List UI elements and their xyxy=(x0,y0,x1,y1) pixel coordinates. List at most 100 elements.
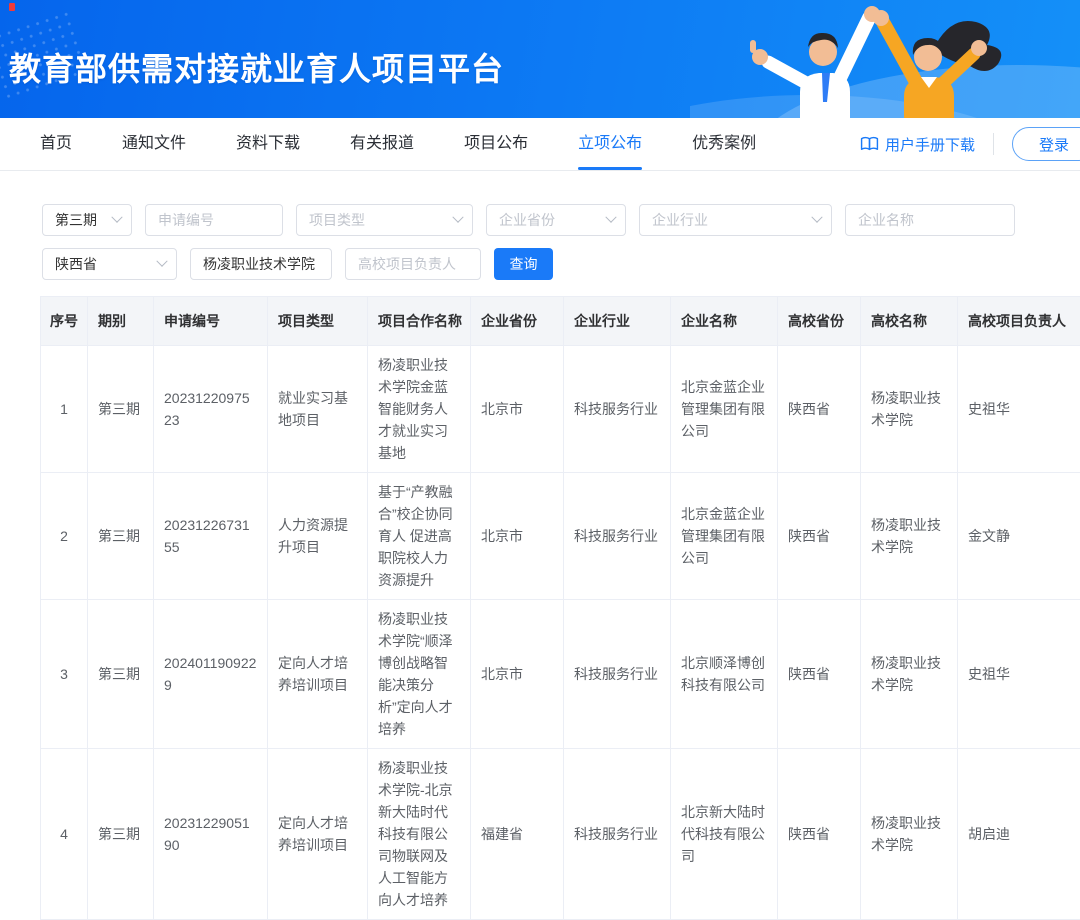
table-cell: 2024011909229 xyxy=(154,600,268,749)
highfive-illustration xyxy=(690,0,1080,118)
company-industry-select[interactable]: 企业行业 xyxy=(639,204,832,236)
nav-item-3[interactable]: 资料下载 xyxy=(236,118,300,170)
table-cell: 陕西省 xyxy=(778,346,861,473)
table-header-row: 序号期别申请编号项目类型项目合作名称企业省份企业行业企业名称高校省份高校名称高校… xyxy=(41,297,1080,346)
table-cell: 定向人才培养培训项目 xyxy=(268,749,368,920)
school-leader-input[interactable] xyxy=(345,248,481,280)
filter-row-2: 陕西省 查询 xyxy=(42,248,1080,280)
application-no-input[interactable] xyxy=(145,204,283,236)
column-header: 高校名称 xyxy=(861,297,958,346)
table-cell: 北京市 xyxy=(471,600,564,749)
chevron-down-icon xyxy=(811,212,822,223)
column-header: 序号 xyxy=(41,297,88,346)
table-cell: 基于“产教融合”校企协同育人 促进高职院校人力资源提升 xyxy=(368,473,471,600)
table-cell: 2023122097523 xyxy=(154,346,268,473)
filter-panel: 第三期 项目类型 企业省份 企业行业 陕西省 查询 xyxy=(0,171,1080,280)
project-type-placeholder: 项目类型 xyxy=(309,210,365,230)
period-select[interactable]: 第三期 xyxy=(42,204,132,236)
table-cell: 2023122673155 xyxy=(154,473,268,600)
filter-row-1: 第三期 项目类型 企业省份 企业行业 xyxy=(42,204,1080,236)
table-cell: 金文静 xyxy=(958,473,1080,600)
project-type-select[interactable]: 项目类型 xyxy=(296,204,473,236)
school-province-select[interactable]: 陕西省 xyxy=(42,248,177,280)
table-cell: 胡启迪 xyxy=(958,749,1080,920)
results-table: 序号期别申请编号项目类型项目合作名称企业省份企业行业企业名称高校省份高校名称高校… xyxy=(40,296,1080,920)
table-cell: 福建省 xyxy=(471,749,564,920)
company-industry-placeholder: 企业行业 xyxy=(652,210,708,230)
table-cell: 人力资源提升项目 xyxy=(268,473,368,600)
table-cell: 就业实习基地项目 xyxy=(268,346,368,473)
results-table-wrap: 序号期别申请编号项目类型项目合作名称企业省份企业行业企业名称高校省份高校名称高校… xyxy=(40,296,1080,920)
chevron-down-icon xyxy=(452,212,463,223)
period-select-value: 第三期 xyxy=(55,210,97,230)
table-cell: 北京金蓝企业管理集团有限公司 xyxy=(671,346,778,473)
manual-label: 用户手册下载 xyxy=(885,134,975,155)
nav-item-1[interactable]: 首页 xyxy=(40,118,72,170)
table-cell: 陕西省 xyxy=(778,473,861,600)
table-cell: 第三期 xyxy=(88,600,154,749)
column-header: 企业名称 xyxy=(671,297,778,346)
page-header: 教育部供需对接就业育人项目平台 xyxy=(0,0,1080,118)
table-cell: 1 xyxy=(41,346,88,473)
table-cell: 杨凌职业技术学院金蓝智能财务人才就业实习基地 xyxy=(368,346,471,473)
table-cell: 第三期 xyxy=(88,473,154,600)
table-cell: 定向人才培养培训项目 xyxy=(268,600,368,749)
table-cell: 4 xyxy=(41,749,88,920)
company-province-select[interactable]: 企业省份 xyxy=(486,204,626,236)
nav-item-4[interactable]: 有关报道 xyxy=(350,118,414,170)
nav-divider xyxy=(993,133,994,155)
column-header: 申请编号 xyxy=(154,297,268,346)
table-cell: 2 xyxy=(41,473,88,600)
main-nav: 首页通知文件资料下载有关报道项目公布立项公布优秀案例 用户手册下载 登录 xyxy=(0,118,1080,171)
column-header: 高校项目负责人 xyxy=(958,297,1080,346)
table-cell: 杨凌职业技术学院-北京新大陆时代科技有限公司物联网及人工智能方向人才培养 xyxy=(368,749,471,920)
table-cell: 科技服务行业 xyxy=(564,473,671,600)
table-cell: 第三期 xyxy=(88,749,154,920)
table-cell: 陕西省 xyxy=(778,600,861,749)
table-cell: 陕西省 xyxy=(778,749,861,920)
column-header: 项目类型 xyxy=(268,297,368,346)
table-cell: 科技服务行业 xyxy=(564,346,671,473)
table-row: 4第三期2023122905190定向人才培养培训项目杨凌职业技术学院-北京新大… xyxy=(41,749,1080,920)
school-name-input[interactable] xyxy=(190,248,332,280)
table-cell: 北京顺泽博创科技有限公司 xyxy=(671,600,778,749)
table-cell: 杨凌职业技术学院“顺泽博创战略智能决策分析”定向人才培养 xyxy=(368,600,471,749)
table-row: 3第三期2024011909229定向人才培养培训项目杨凌职业技术学院“顺泽博创… xyxy=(41,600,1080,749)
table-cell: 科技服务行业 xyxy=(564,600,671,749)
red-marker xyxy=(9,3,15,11)
login-button[interactable]: 登录 xyxy=(1012,127,1080,161)
page-title: 教育部供需对接就业育人项目平台 xyxy=(9,44,504,90)
table-body: 1第三期2023122097523就业实习基地项目杨凌职业技术学院金蓝智能财务人… xyxy=(41,346,1080,920)
company-name-input[interactable] xyxy=(845,204,1015,236)
table-cell: 史祖华 xyxy=(958,346,1080,473)
table-cell: 北京市 xyxy=(471,346,564,473)
user-manual-download[interactable]: 用户手册下载 xyxy=(860,134,975,155)
book-icon xyxy=(860,136,879,152)
column-header: 项目合作名称 xyxy=(368,297,471,346)
table-cell: 北京金蓝企业管理集团有限公司 xyxy=(671,473,778,600)
table-cell: 2023122905190 xyxy=(154,749,268,920)
nav-item-5[interactable]: 项目公布 xyxy=(464,118,528,170)
table-cell: 杨凌职业技术学院 xyxy=(861,749,958,920)
table-cell: 杨凌职业技术学院 xyxy=(861,473,958,600)
table-cell: 北京市 xyxy=(471,473,564,600)
chevron-down-icon xyxy=(605,212,616,223)
company-province-placeholder: 企业省份 xyxy=(499,210,555,230)
table-row: 2第三期2023122673155人力资源提升项目基于“产教融合”校企协同育人 … xyxy=(41,473,1080,600)
table-row: 1第三期2023122097523就业实习基地项目杨凌职业技术学院金蓝智能财务人… xyxy=(41,346,1080,473)
chevron-down-icon xyxy=(156,256,167,267)
column-header: 企业省份 xyxy=(471,297,564,346)
table-cell: 杨凌职业技术学院 xyxy=(861,600,958,749)
table-cell: 3 xyxy=(41,600,88,749)
search-button[interactable]: 查询 xyxy=(494,248,553,280)
column-header: 期别 xyxy=(88,297,154,346)
column-header: 高校省份 xyxy=(778,297,861,346)
table-cell: 第三期 xyxy=(88,346,154,473)
nav-item-6[interactable]: 立项公布 xyxy=(578,118,642,170)
school-province-value: 陕西省 xyxy=(55,254,97,274)
table-cell: 杨凌职业技术学院 xyxy=(861,346,958,473)
nav-item-7[interactable]: 优秀案例 xyxy=(692,118,756,170)
table-cell: 北京新大陆时代科技有限公司 xyxy=(671,749,778,920)
nav-item-2[interactable]: 通知文件 xyxy=(122,118,186,170)
table-cell: 史祖华 xyxy=(958,600,1080,749)
